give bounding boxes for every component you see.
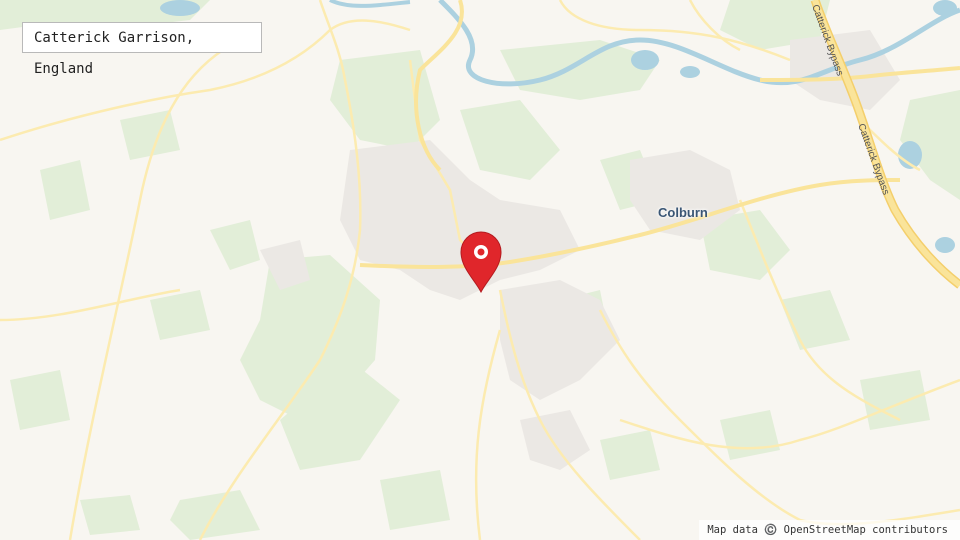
map-canvas[interactable]: Catterick Bypass Catterick Bypass	[0, 0, 960, 540]
search-input[interactable]: Catterick Garrison, England	[22, 22, 262, 77]
map-attribution: Map data ©️ OpenStreetMap contributors	[699, 520, 960, 540]
place-label-colburn: Colburn	[658, 205, 708, 220]
